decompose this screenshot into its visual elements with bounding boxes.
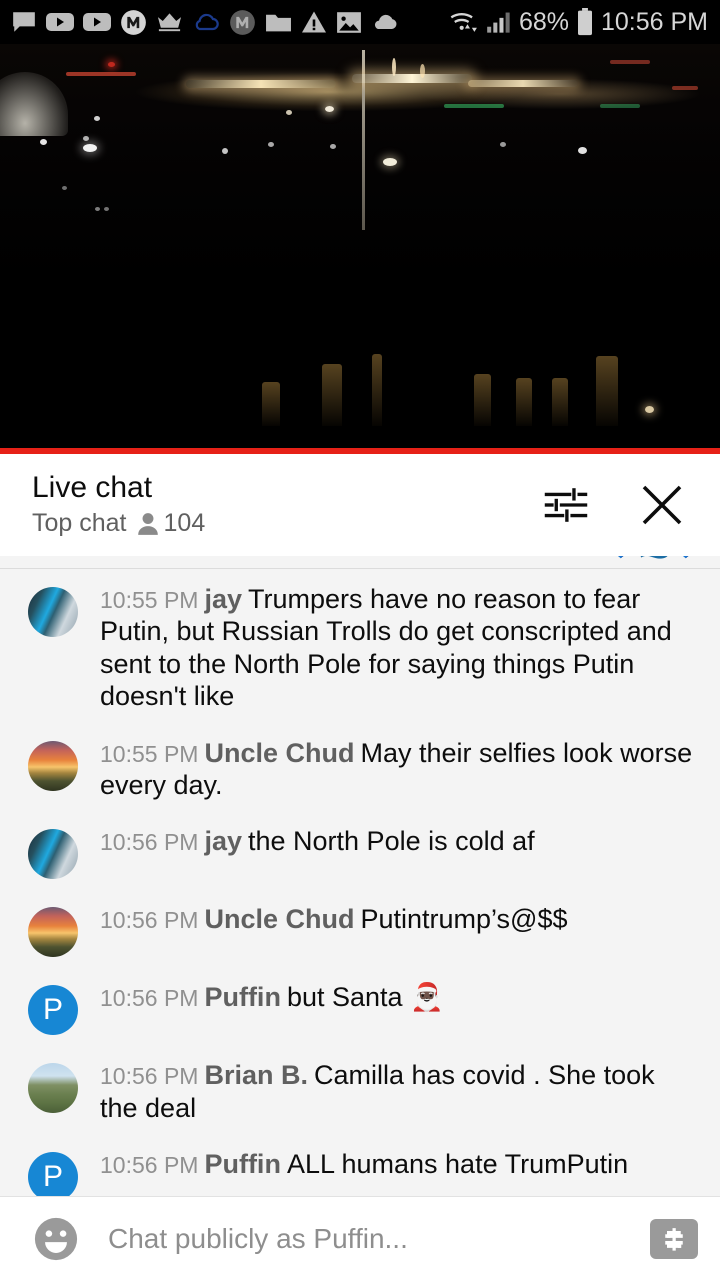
cloud-filled-icon: [374, 14, 397, 29]
illuminated-column: [372, 354, 382, 426]
folder-icon: [266, 14, 291, 31]
dollar-sign-icon: [665, 1227, 683, 1251]
illuminated-column: [516, 378, 532, 426]
message-text: but Santa 🎅🏿: [286, 982, 444, 1013]
avatar[interactable]: P: [28, 985, 78, 1036]
chat-message-row[interactable]: 10:56 PM jay the North Pole is cold af: [0, 811, 720, 889]
chat-message-row[interactable]: 10:55 PM Uncle Chud May their selfies look…: [0, 723, 720, 812]
cellular-signal-icon: [487, 12, 510, 33]
message-timestamp: 10:56 PM: [100, 1063, 199, 1090]
message-timestamp: 10:56 PM: [100, 907, 199, 934]
chat-message-body: 10:56 PM jay the North Pole is cold af: [100, 825, 696, 879]
avatar[interactable]: [28, 1063, 78, 1114]
cloud-outline-icon: [195, 13, 219, 31]
youtube-icon: [83, 13, 111, 31]
message-author[interactable]: jay: [204, 584, 242, 614]
page-title: Live chat: [32, 470, 153, 504]
live-chat-subtitle-row: Top chat 104: [32, 509, 205, 538]
message-author[interactable]: Puffin: [204, 1149, 280, 1179]
tune-sliders-icon: [544, 488, 588, 522]
message-timestamp: 10:55 PM: [100, 740, 199, 767]
message-author[interactable]: Brian B.: [204, 1060, 308, 1090]
message-timestamp: 10:56 PM: [100, 1152, 199, 1179]
clock-label: 10:56 PM: [600, 7, 708, 36]
close-chat-button[interactable]: [636, 479, 688, 531]
illuminated-column: [322, 364, 342, 426]
wifi-icon: [450, 13, 477, 32]
superchat-button[interactable]: [650, 1218, 698, 1259]
m-circle-gray-icon: [230, 9, 255, 35]
message-author[interactable]: Uncle Chud: [204, 738, 354, 768]
avatar-image: [28, 740, 78, 791]
chat-mode-label[interactable]: Top chat: [32, 509, 127, 538]
illuminated-column: [596, 356, 618, 426]
avatar-image: [28, 829, 78, 880]
youtube-icon: [46, 13, 74, 31]
emoji-picker-button[interactable]: [30, 1213, 82, 1265]
battery-percent-label: 68%: [518, 7, 569, 36]
messages-container: 10:55 PM jay Trumpers have no reason to fe…: [0, 569, 720, 1196]
live-chat-header-actions: [540, 479, 698, 531]
chat-message-row[interactable]: P 10:56 PM Puffin but Santa 🎅🏿: [0, 967, 720, 1045]
avatar-image: [28, 907, 78, 958]
warning-triangle-icon: [302, 11, 326, 33]
chat-input-bar[interactable]: Chat publicly as Puffin...: [0, 1196, 720, 1280]
illuminated-column: [262, 382, 280, 426]
chat-message-body: 10:55 PM Uncle Chud May their selfies look…: [100, 737, 696, 802]
chat-message-body: 10:56 PM Uncle Chud Putintrump’s@$$: [100, 903, 696, 957]
youtube-live-chat-screen: 68% 10:56 PM Live chat Top chat 104 10:5…: [0, 0, 720, 1280]
avatar[interactable]: [28, 740, 78, 791]
avatar[interactable]: [28, 907, 78, 958]
crown-icon: [157, 13, 182, 32]
chat-message-row[interactable]: 10:56 PM Uncle Chud Putintrump’s@$$: [0, 889, 720, 967]
message-author[interactable]: Puffin: [204, 982, 280, 1012]
avatar[interactable]: P: [28, 1152, 78, 1196]
avatar[interactable]: [28, 587, 78, 637]
status-bar-notification-icons: [0, 9, 399, 36]
status-bar: 68% 10:56 PM: [0, 0, 720, 44]
avatar[interactable]: [28, 829, 78, 880]
city-lights-layer: [0, 44, 720, 448]
clipped-message-emoji: 💙🌊💙: [605, 556, 702, 561]
live-chat-header: Live chat Top chat 104: [0, 454, 720, 556]
battery-icon: [577, 8, 592, 36]
viewer-count-label: 104: [163, 509, 206, 538]
live-chat-title-group: Live chat Top chat 104: [32, 472, 205, 539]
video-player[interactable]: [0, 44, 720, 448]
person-icon: [137, 512, 158, 535]
chat-message-body: 10:56 PM Puffin but Santa 🎅🏿: [100, 981, 696, 1035]
message-timestamp: 10:56 PM: [100, 985, 199, 1012]
message-text: ALL humans hate TrumPutin: [286, 1149, 629, 1180]
chat-message-body: 10:56 PM Puffin ALL humans hate TrumPutin: [100, 1148, 696, 1196]
message-timestamp: 10:55 PM: [100, 587, 199, 613]
chat-message-row[interactable]: 10:55 PM jay Trumpers have no reason to fe…: [0, 569, 720, 723]
message-timestamp: 10:56 PM: [100, 829, 199, 856]
avatar-image: [28, 1063, 78, 1114]
close-x-icon: [642, 485, 682, 525]
live-chat-message-list[interactable]: 💙🌊💙 10:55 PMjayTrumpers have no reason t…: [0, 556, 720, 1196]
smiley-face-icon: [34, 1217, 78, 1260]
chat-message-body: 10:55 PM jay Trumpers have no reason to fe…: [100, 583, 696, 713]
illuminated-column: [474, 374, 491, 426]
illuminated-column: [552, 378, 568, 426]
message-text: the North Pole is cold af: [248, 826, 535, 857]
chat-bubble-icon: [13, 12, 35, 32]
message-author[interactable]: Uncle Chud: [204, 904, 354, 934]
chat-input-field[interactable]: Chat publicly as Puffin...: [108, 1223, 650, 1255]
viewer-count-group: 104: [137, 509, 206, 538]
image-icon: [337, 11, 361, 33]
avatar-image: [28, 587, 78, 637]
m-circle-icon: [121, 9, 146, 35]
message-text: Putintrump’s@$$: [360, 904, 568, 935]
chat-message-row[interactable]: P 10:56 PM Puffin ALL humans hate TrumPutin: [0, 1134, 720, 1196]
message-author[interactable]: jay: [204, 826, 242, 856]
chat-message-row[interactable]: 10:56 PM Brian B. Camilla has covid . She …: [0, 1045, 720, 1134]
status-bar-system-icons: 68% 10:56 PM: [449, 8, 720, 37]
clipped-message-row: 💙🌊💙: [0, 556, 720, 568]
chat-message-body: 10:56 PM Brian B. Camilla has covid . She …: [100, 1059, 696, 1124]
chat-settings-button[interactable]: [540, 479, 592, 531]
